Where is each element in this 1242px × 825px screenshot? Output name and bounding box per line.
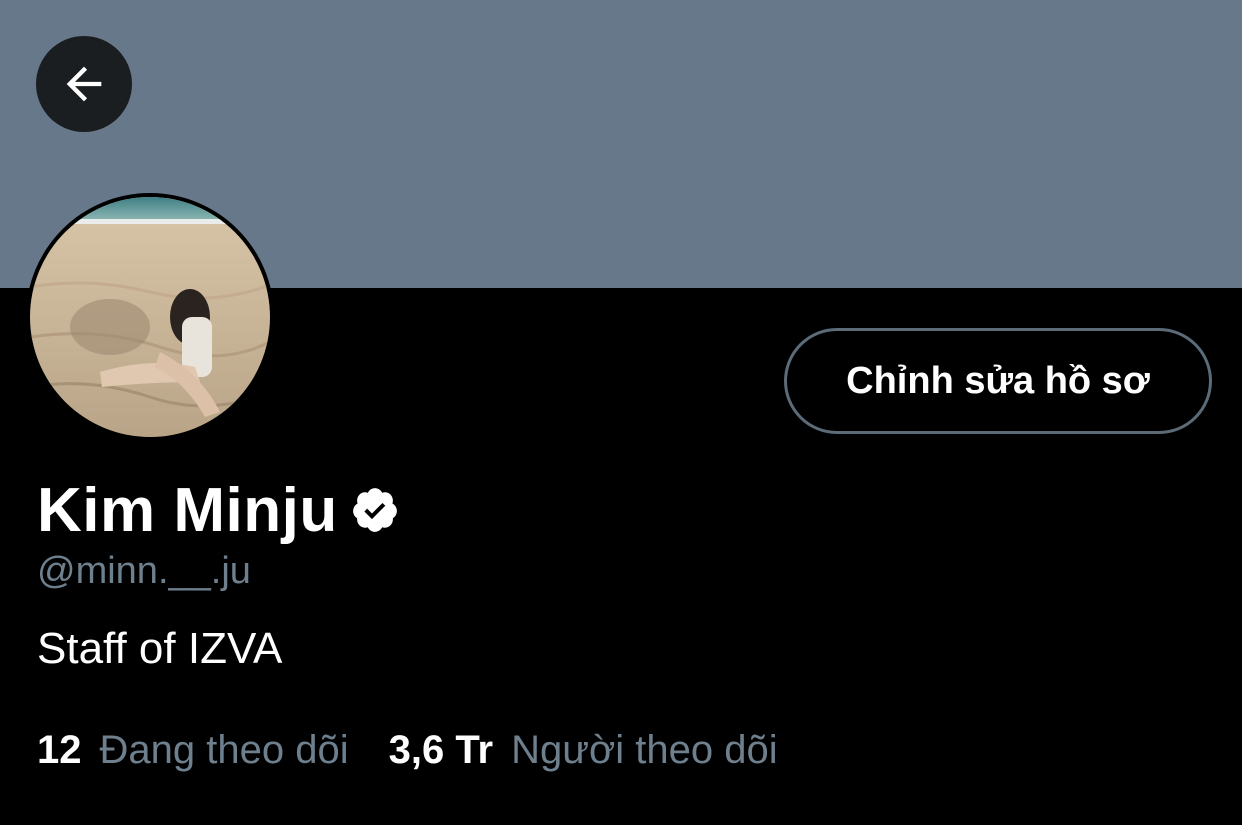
user-handle: @minn.__.ju: [37, 550, 251, 593]
arrow-left-icon: [58, 58, 110, 110]
followers-stat[interactable]: 3,6 Tr Người theo dõi: [389, 728, 778, 773]
profile-stats: 12 Đang theo dõi 3,6 Tr Người theo dõi: [37, 728, 778, 773]
name-row: Kim Minju: [37, 470, 400, 550]
following-label: Đang theo dõi: [100, 728, 349, 773]
display-name: Kim Minju: [37, 475, 338, 546]
following-count: 12: [37, 728, 82, 773]
avatar[interactable]: [26, 193, 274, 441]
verified-badge-icon: [350, 485, 400, 535]
followers-label: Người theo dõi: [511, 728, 777, 773]
edit-profile-button[interactable]: Chỉnh sửa hồ sơ: [784, 328, 1212, 434]
profile-bio: Staff of IZVA: [37, 624, 282, 674]
following-stat[interactable]: 12 Đang theo dõi: [37, 728, 349, 773]
followers-count: 3,6 Tr: [389, 728, 494, 773]
back-button[interactable]: [36, 36, 132, 132]
avatar-photo: [30, 197, 270, 437]
